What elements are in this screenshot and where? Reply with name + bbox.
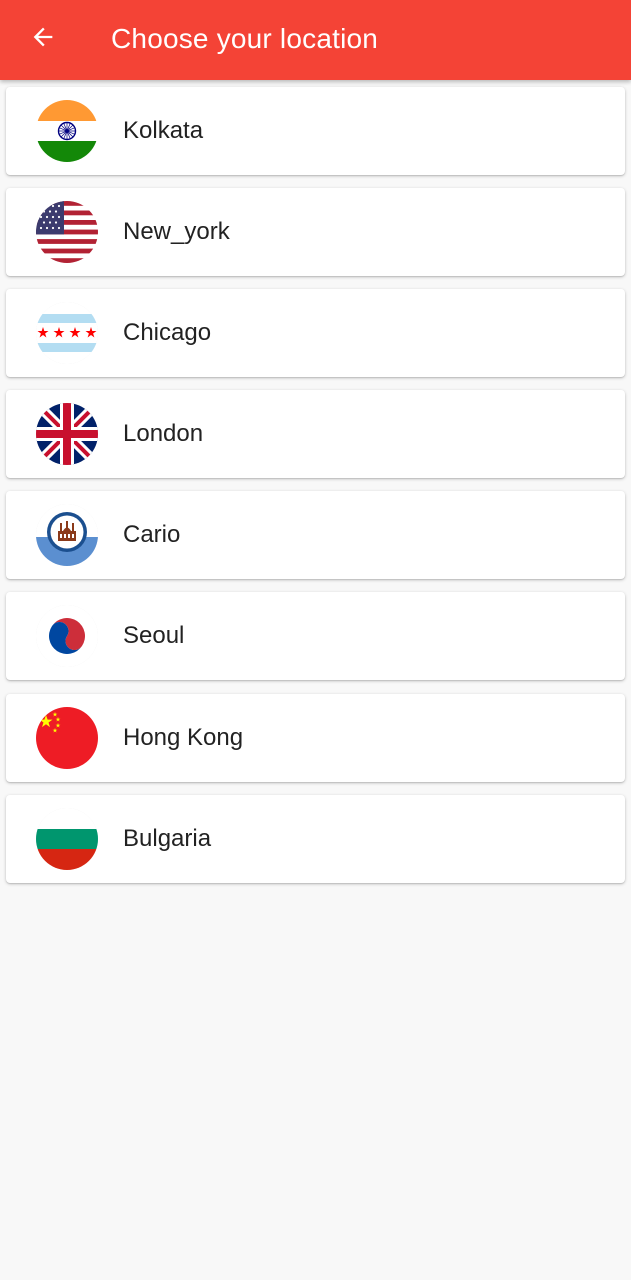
india-flag-icon [36,100,98,162]
page-title: Choose your location [111,23,379,54]
location-name: Chicago [123,319,212,346]
cairo-emblem-icon [36,504,98,566]
location-item-cairo[interactable]: Cario [6,491,625,579]
location-item-hong-kong[interactable]: Hong Kong [6,694,625,782]
location-name: Cario [123,521,181,548]
location-name: Kolkata [123,117,204,144]
chicago-flag-icon [36,302,98,364]
location-item-london[interactable]: London [6,390,625,478]
uk-flag-icon [36,403,98,465]
app-bar: Choose your location [0,0,631,80]
location-item-new-york[interactable]: New_york [6,188,625,276]
location-name: Hong Kong [123,724,244,751]
location-item-seoul[interactable]: Seoul [6,592,625,680]
location-item-chicago[interactable]: Chicago [6,289,625,377]
arrow-left-icon [29,23,57,56]
location-name: Bulgaria [123,825,212,852]
south-korea-flag-icon [36,605,98,667]
back-button[interactable] [22,18,64,60]
location-name: New_york [123,218,230,245]
location-item-bulgaria[interactable]: Bulgaria [6,795,625,883]
bulgaria-flag-icon [36,808,98,870]
location-name: Seoul [123,622,185,649]
china-flag-icon [36,707,98,769]
usa-flag-icon [36,201,98,263]
location-name: London [123,420,204,447]
location-item-kolkata[interactable]: Kolkata [6,87,625,175]
